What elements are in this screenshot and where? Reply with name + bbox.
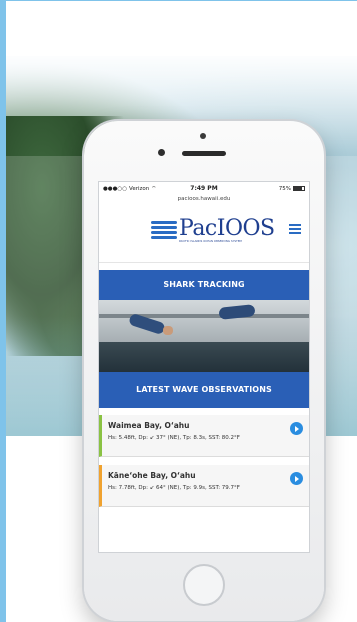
address-bar[interactable]: pacioos.hawaii.edu: [99, 195, 309, 204]
hamburger-menu-icon[interactable]: [289, 224, 301, 234]
play-icon[interactable]: [290, 472, 303, 485]
image-frame: ●●●○○ Verizon ⌔ 7:49 PM 75% pacioos.hawa…: [0, 0, 357, 622]
earpiece-speaker: [182, 151, 226, 156]
observation-card-waimea[interactable]: Waimea Bay, O‘ahu Hs: 5.48ft, Dp: ↙ 37° …: [99, 415, 309, 457]
logo-name: PacIOOS: [179, 216, 275, 241]
play-icon[interactable]: [290, 422, 303, 435]
observation-detail: Hs: 5.48ft, Dp: ↙ 37° (NE), Tp: 8.3s, SS…: [108, 435, 240, 441]
front-camera-icon: [200, 133, 206, 139]
home-button[interactable]: [183, 564, 225, 606]
site-header: PacIOOS PACIFIC ISLANDS OCEAN OBSERVING …: [99, 204, 309, 263]
observation-card-kaneohe[interactable]: Kāne‘ohe Bay, O‘ahu Hs: 7.78ft, Dp: ↙ 64…: [99, 465, 309, 507]
smartphone: ●●●○○ Verizon ⌔ 7:49 PM 75% pacioos.hawa…: [84, 121, 324, 621]
shark-tracking-button[interactable]: SHARK TRACKING: [99, 270, 309, 300]
status-bar: ●●●○○ Verizon ⌔ 7:49 PM 75%: [99, 182, 309, 195]
observation-title: Kāne‘ohe Bay, O‘ahu: [108, 471, 196, 480]
pacioos-logo[interactable]: PacIOOS PACIFIC ISLANDS OCEAN OBSERVING …: [151, 216, 275, 243]
status-time: 7:49 PM: [190, 185, 218, 192]
phone-screen: ●●●○○ Verizon ⌔ 7:49 PM 75% pacioos.hawa…: [98, 181, 310, 553]
logo-subtitle: PACIFIC ISLANDS OCEAN OBSERVING SYSTEM: [179, 240, 242, 243]
latest-wave-observations-button[interactable]: LATEST WAVE OBSERVATIONS: [99, 372, 309, 408]
sensor-icon: [158, 149, 165, 156]
battery-icon: [293, 186, 305, 191]
observation-title: Waimea Bay, O‘ahu: [108, 421, 190, 430]
logo-waves-icon: [151, 219, 177, 239]
shark-tracking-photo[interactable]: [99, 300, 309, 372]
observation-detail: Hs: 7.78ft, Dp: ↙ 64° (NE), Tp: 9.9s, SS…: [108, 485, 240, 491]
